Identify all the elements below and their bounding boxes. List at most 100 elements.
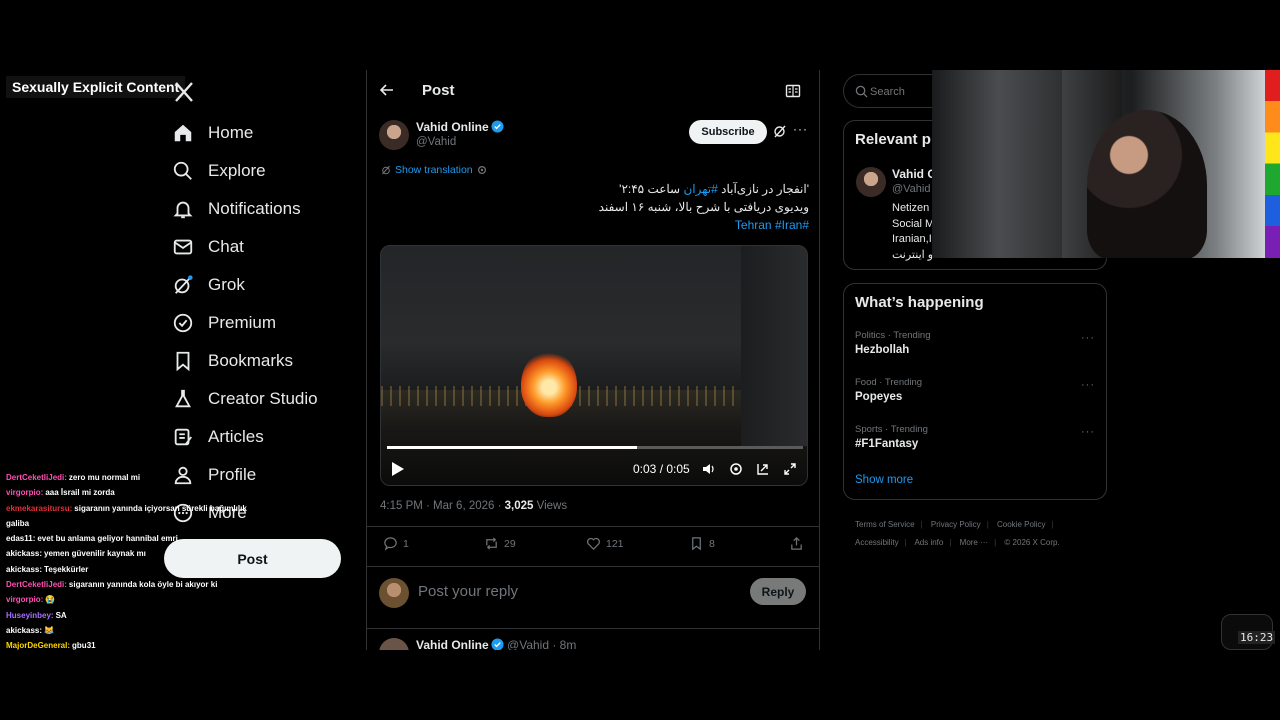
chat-text: gbu31 [72, 641, 96, 651]
repost-action[interactable]: 29 [484, 536, 516, 551]
nav-item-chat[interactable]: Chat [172, 228, 318, 266]
avatar[interactable] [379, 120, 409, 150]
nav-item-notifications[interactable]: Notifications [172, 190, 318, 228]
trend-context: Politics · Trending [855, 330, 931, 341]
grok-icon[interactable] [773, 124, 787, 138]
video-player[interactable]: 0:03 / 0:05 [380, 245, 808, 486]
clock-time: 16:23 [1238, 631, 1276, 644]
search-icon [173, 161, 192, 180]
video-frame-explosion [521, 351, 577, 417]
subscribe-button[interactable]: Subscribe [689, 120, 767, 144]
nav-item-creator-studio[interactable]: Creator Studio [172, 380, 318, 418]
avatar[interactable] [379, 578, 409, 608]
trend-name: Hezbollah [855, 344, 910, 356]
play-icon[interactable] [391, 461, 405, 477]
avatar[interactable] [856, 167, 886, 197]
like-action[interactable]: 121 [586, 536, 624, 551]
chat-username: akickass: [6, 625, 43, 635]
video-time: 0:03 / 0:05 [633, 462, 690, 476]
chat-text: aaa İsrail mi zorda [45, 488, 115, 498]
trend-item[interactable]: Politics · Trending Hezbollah ··· [855, 330, 1095, 356]
rainbow-stripe [1265, 70, 1280, 258]
reply-composer: Post your reply Reply [379, 576, 809, 610]
mail-icon [173, 239, 193, 255]
bio-line: و اینترنت [892, 248, 934, 261]
share-action[interactable] [789, 536, 809, 551]
trend-item[interactable]: Sports · Trending #F1Fantasy ··· [855, 424, 1095, 450]
relevant-bio: Netizen Social M Iranian,I و اینترنت [892, 201, 934, 263]
more-options-icon[interactable]: ··· [1081, 332, 1095, 344]
reply-action[interactable]: 1 [383, 536, 409, 551]
separator: | [986, 520, 989, 529]
gear-icon[interactable] [477, 165, 487, 175]
chat-message: akickass: Teşekkürler [6, 562, 256, 577]
tweet-meta: 4:15 PM · Mar 6, 2026 · 3,025 Views [380, 500, 567, 512]
reader-mode-icon[interactable] [785, 83, 801, 99]
back-arrow-icon[interactable] [379, 82, 395, 98]
tweet-timestamp[interactable]: 4:15 PM · Mar 6, 2026 · [380, 500, 505, 512]
more-options-icon[interactable]: ··· [1081, 379, 1095, 391]
reply-count: 1 [403, 537, 409, 550]
hashtag-link[interactable]: #تهران [683, 182, 717, 196]
footer-link[interactable]: More ··· [960, 538, 988, 547]
author-name[interactable]: Vahid Online [416, 120, 489, 134]
reply-author-row[interactable]: Vahid Online @Vahid · 8m [416, 638, 576, 650]
nav-label: Premium [208, 313, 277, 332]
chat-text: yemen güvenilir kaynak mı [44, 549, 146, 559]
relevant-handle[interactable]: @Vahid [892, 183, 930, 195]
volume-icon[interactable] [702, 462, 716, 476]
avatar[interactable] [379, 638, 409, 650]
bookmark-action[interactable]: 8 [689, 536, 715, 551]
reply-input[interactable]: Post your reply [418, 583, 518, 600]
nav-label: Articles [208, 427, 264, 446]
settings-icon[interactable] [729, 462, 743, 476]
video-progress-bar[interactable] [387, 446, 803, 449]
divider [367, 566, 819, 567]
views-label: Views [533, 500, 568, 512]
reply-author-name[interactable]: Vahid Online [416, 638, 489, 650]
nav-label: Explore [208, 161, 266, 180]
show-translation-link[interactable]: Show translation [381, 164, 487, 176]
grok-icon [382, 165, 390, 175]
show-translation-label[interactable]: Show translation [395, 164, 473, 176]
nav-item-home[interactable]: Home [172, 114, 318, 152]
chat-message: DertCeketliJedi: zero mu normal mi [6, 470, 256, 485]
chat-username: akickass: [6, 549, 43, 559]
tweet-line-1-suffix: ساعت ۲:۴۵' [619, 182, 684, 196]
heart-icon [587, 537, 600, 550]
nav-item-explore[interactable]: Explore [172, 152, 318, 190]
reply-button[interactable]: Reply [750, 578, 806, 605]
footer-link[interactable]: Accessibility [855, 538, 899, 547]
nav-item-premium[interactable]: Premium [172, 304, 318, 342]
chat-text: evet bu anlama geliyor hannibal emri [37, 534, 178, 544]
separator: | [994, 538, 997, 547]
show-more-link[interactable]: Show more [855, 474, 913, 486]
hashtag-link[interactable]: #Iran [775, 218, 802, 232]
trend-context: Food · Trending [855, 377, 923, 388]
verified-icon [491, 638, 504, 650]
footer-link[interactable]: Privacy Policy [931, 520, 981, 529]
pip-icon[interactable] [756, 462, 770, 476]
trend-item[interactable]: Food · Trending Popeyes ··· [855, 377, 1095, 403]
verified-icon [491, 120, 504, 133]
chat-username: edas11: [6, 534, 36, 544]
relevant-name[interactable]: Vahid O [892, 167, 937, 181]
footer-link[interactable]: Ads info [914, 538, 943, 547]
chat-message: virgorpio: 😭 [6, 592, 256, 607]
separator: | [1051, 520, 1054, 529]
x-logo-icon[interactable] [172, 80, 196, 104]
more-options-button[interactable]: ··· [793, 122, 808, 136]
reply-icon [384, 537, 397, 551]
nav-label: Notifications [208, 199, 301, 218]
nav-item-bookmarks[interactable]: Bookmarks [172, 342, 318, 380]
nav-item-articles[interactable]: Articles [172, 418, 318, 456]
author-handle[interactable]: @Vahid [416, 136, 456, 148]
footer-link[interactable]: Terms of Service [855, 520, 915, 529]
nav-item-grok[interactable]: Grok [172, 266, 318, 304]
more-options-icon[interactable]: ··· [1081, 426, 1095, 438]
tweet-line-1: 'انفجار در نازی‌آباد #تهران ساعت ۲:۴۵' [379, 180, 809, 198]
fullscreen-icon[interactable] [783, 462, 797, 476]
reply-tweet[interactable]: Vahid Online @Vahid · 8m [379, 636, 809, 650]
author-name-row[interactable]: Vahid Online [416, 120, 504, 134]
footer-link[interactable]: Cookie Policy [997, 520, 1045, 529]
